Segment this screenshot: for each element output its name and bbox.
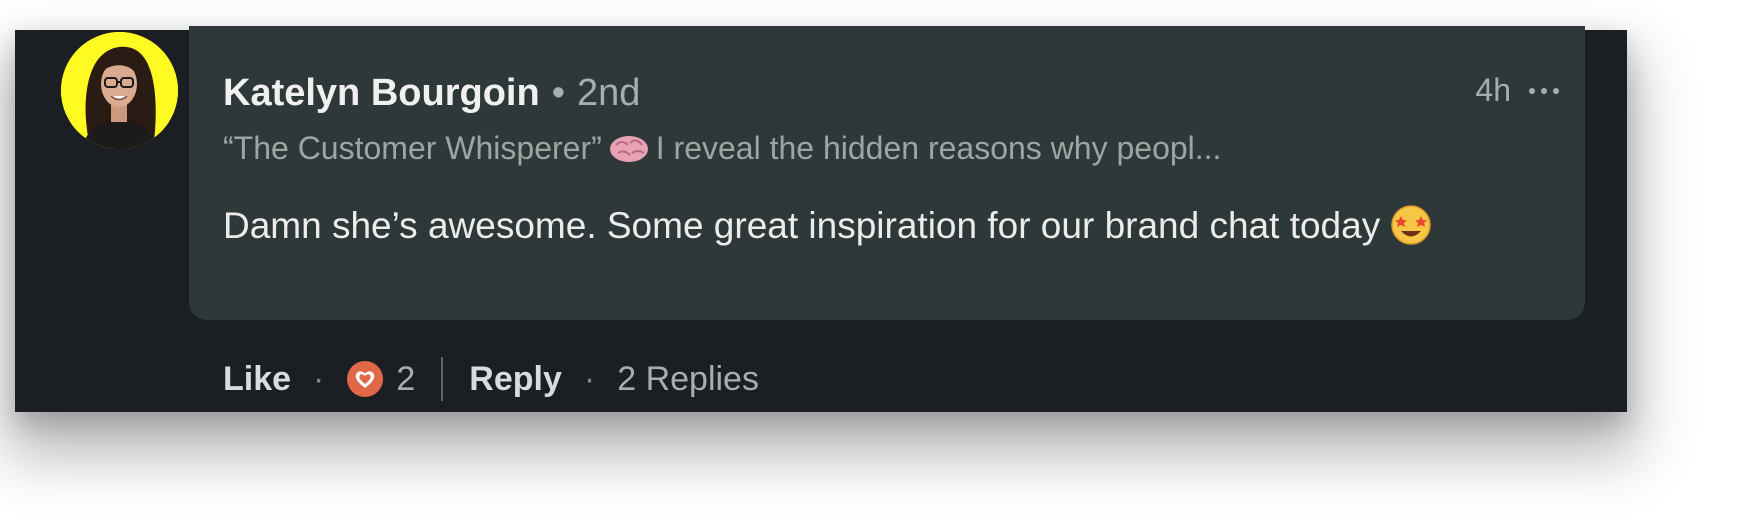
time-row: 4h (1475, 72, 1559, 109)
author-headline: “The Customer Whisperer” I reveal the hi… (223, 130, 1221, 173)
author-name[interactable]: Katelyn Bourgoin (223, 72, 540, 114)
comment-actions: Like · 2 Reply · 2 Replies (223, 357, 759, 401)
brain-emoji (608, 133, 650, 173)
love-reaction-icon[interactable] (346, 360, 384, 398)
more-options-icon[interactable] (1529, 87, 1559, 94)
reply-button[interactable]: Reply (469, 360, 562, 399)
connection-degree: 2nd (577, 72, 641, 114)
author-row: Katelyn Bourgoin • 2nd (223, 72, 640, 115)
separator-dot: • (551, 72, 565, 114)
comment-card: Katelyn Bourgoin • 2nd 4h “The Customer Wh… (15, 26, 1627, 412)
comment-bubble: Katelyn Bourgoin • 2nd 4h “The Customer Wh… (189, 26, 1585, 320)
reaction-count[interactable]: 2 (396, 360, 415, 399)
replies-link[interactable]: 2 Replies (617, 360, 759, 399)
comment-text: Damn she’s awesome. Some great inspirati… (223, 205, 1381, 246)
avatar-portrait (61, 32, 178, 149)
stage: Katelyn Bourgoin • 2nd 4h “The Customer Wh… (0, 0, 1762, 531)
comment-time: 4h (1475, 72, 1511, 108)
comment-body: Damn she’s awesome. Some great inspirati… (223, 198, 1523, 262)
action-dot-1: · (313, 359, 325, 398)
headline-prefix: “The Customer Whisperer” (223, 130, 602, 166)
action-dot-2: · (583, 359, 596, 398)
like-button[interactable]: Like (223, 360, 291, 399)
action-divider (441, 357, 444, 401)
avatar[interactable] (61, 32, 178, 149)
headline-text: I reveal the hidden reasons why peopl... (655, 130, 1222, 166)
star-struck-emoji (1390, 204, 1432, 262)
